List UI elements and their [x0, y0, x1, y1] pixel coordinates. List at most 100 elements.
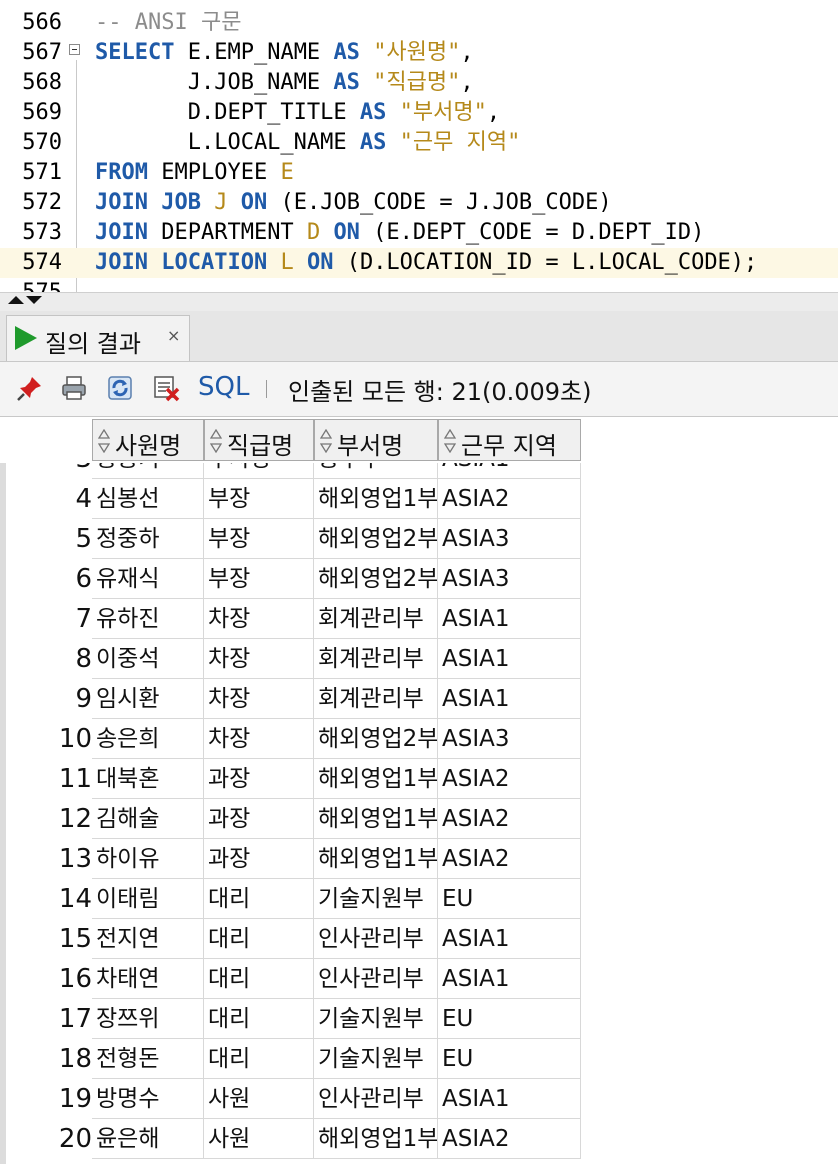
table-cell[interactable]: 해외영업2부	[314, 519, 438, 559]
table-cell[interactable]: 해외영업1부	[314, 799, 438, 839]
table-cell[interactable]: 차장	[204, 719, 314, 759]
table-cell[interactable]: 부장	[204, 479, 314, 519]
table-cell[interactable]: 기술지원부	[314, 1039, 438, 1079]
table-cell[interactable]: EU	[438, 999, 581, 1039]
table-cell[interactable]: 과장	[204, 759, 314, 799]
code-line[interactable]: 573 JOIN DEPARTMENT D ON (E.DEPT_CODE = D…	[0, 218, 838, 248]
code-line[interactable]: 570 L.LOCAL_NAME AS "근무 지역"	[0, 128, 838, 158]
table-cell[interactable]: ASIA1	[438, 639, 581, 679]
table-cell[interactable]: ASIA1	[438, 1079, 581, 1119]
refresh-icon[interactable]	[106, 374, 134, 402]
table-cell[interactable]: ASIA1	[438, 599, 581, 639]
table-row[interactable]: 10 송은희 차장 해외영업2부 ASIA3	[6, 719, 581, 759]
table-cell[interactable]: 정중하	[92, 519, 204, 559]
table-row[interactable]: 9 임시환 차장 회계관리부 ASIA1	[6, 679, 581, 719]
table-cell[interactable]: 이중석	[92, 639, 204, 679]
table-cell[interactable]: 이태림	[92, 879, 204, 919]
table-cell[interactable]: ASIA3	[438, 719, 581, 759]
table-cell[interactable]: 해외영업1부	[314, 759, 438, 799]
table-cell[interactable]: 부장	[204, 559, 314, 599]
table-cell[interactable]: ASIA3	[438, 519, 581, 559]
table-cell[interactable]: EU	[438, 879, 581, 919]
table-row[interactable]: 15 전지연 대리 인사관리부 ASIA1	[6, 919, 581, 959]
print-icon[interactable]	[60, 374, 88, 402]
table-cell[interactable]: 심봉선	[92, 479, 204, 519]
sort-icon[interactable]	[320, 429, 332, 453]
table-row[interactable]: 6 유재식 부장 해외영업2부 ASIA3	[6, 559, 581, 599]
collapse-down-icon[interactable]	[26, 296, 42, 304]
table-row[interactable]: 11 대북혼 과장 해외영업1부 ASIA2	[6, 759, 581, 799]
code-line[interactable]: 572 JOIN JOB J ON (E.JOB_CODE = J.JOB_COD…	[0, 188, 838, 218]
table-cell[interactable]: 부장	[204, 519, 314, 559]
table-cell[interactable]: 차태연	[92, 959, 204, 999]
export-icon[interactable]	[152, 374, 180, 402]
table-cell[interactable]: 대리	[204, 1039, 314, 1079]
code-line[interactable]: 565	[0, 0, 838, 8]
result-grid[interactable]: 사원명직급명부서명근무 지역 3송종기부사장총무부ASIA14심봉선부장해외영업…	[0, 417, 838, 1164]
column-header[interactable]: 부서명	[314, 419, 438, 461]
table-cell[interactable]: 회계관리부	[314, 639, 438, 679]
table-cell[interactable]: ASIA2	[438, 759, 581, 799]
table-cell[interactable]: 사원	[204, 1119, 314, 1159]
table-row[interactable]: 17 장쯔위 대리 기술지원부 EU	[6, 999, 581, 1039]
table-row[interactable]: 7 유하진 차장 회계관리부 ASIA1	[6, 599, 581, 639]
table-row[interactable]: 8 이중석 차장 회계관리부 ASIA1	[6, 639, 581, 679]
table-cell[interactable]: 대리	[204, 999, 314, 1039]
table-cell[interactable]: ASIA2	[438, 799, 581, 839]
table-cell[interactable]: 차장	[204, 679, 314, 719]
table-cell[interactable]: 기술지원부	[314, 879, 438, 919]
table-row[interactable]: 4 심봉선 부장 해외영업1부 ASIA2	[6, 479, 581, 519]
table-cell[interactable]: ASIA2	[438, 479, 581, 519]
table-cell[interactable]: 대리	[204, 959, 314, 999]
table-cell[interactable]: 해외영업1부	[314, 479, 438, 519]
table-cell[interactable]: 윤은해	[92, 1119, 204, 1159]
table-cell[interactable]: 대리	[204, 879, 314, 919]
code-line[interactable]: 575	[0, 278, 838, 292]
pin-icon[interactable]	[16, 374, 44, 402]
table-cell[interactable]: 방명수	[92, 1079, 204, 1119]
table-cell[interactable]: 회계관리부	[314, 679, 438, 719]
table-row[interactable]: 5 정중하 부장 해외영업2부 ASIA3	[6, 519, 581, 559]
table-row[interactable]: 14 이태림 대리 기술지원부 EU	[6, 879, 581, 919]
table-cell[interactable]: 하이유	[92, 839, 204, 879]
table-cell[interactable]: 과장	[204, 799, 314, 839]
table-row[interactable]: 13 하이유 과장 해외영업1부 ASIA2	[6, 839, 581, 879]
table-cell[interactable]: 송은희	[92, 719, 204, 759]
table-cell[interactable]: 임시환	[92, 679, 204, 719]
column-header[interactable]: 사원명	[92, 419, 204, 461]
table-cell[interactable]: ASIA1	[438, 919, 581, 959]
tab-query-result[interactable]: 질의 결과 ×	[6, 315, 190, 361]
column-header[interactable]: 근무 지역	[438, 419, 581, 461]
table-cell[interactable]: 대리	[204, 919, 314, 959]
sort-icon[interactable]	[98, 429, 110, 453]
table-cell[interactable]: ASIA1	[438, 679, 581, 719]
table-cell[interactable]: 회계관리부	[314, 599, 438, 639]
table-cell[interactable]: 해외영업1부	[314, 1119, 438, 1159]
table-cell[interactable]: 기술지원부	[314, 999, 438, 1039]
tab-close-icon[interactable]: ×	[167, 326, 180, 345]
table-cell[interactable]: 장쯔위	[92, 999, 204, 1039]
table-cell[interactable]: 차장	[204, 639, 314, 679]
table-cell[interactable]: ASIA2	[438, 839, 581, 879]
table-cell[interactable]: 대북혼	[92, 759, 204, 799]
table-cell[interactable]: 유재식	[92, 559, 204, 599]
table-cell[interactable]: 해외영업2부	[314, 719, 438, 759]
code-line[interactable]: 568 J.JOB_NAME AS "직급명",	[0, 68, 838, 98]
code-line[interactable]: 574 JOIN LOCATION L ON (D.LOCATION_ID = L…	[0, 248, 838, 278]
table-cell[interactable]: 과장	[204, 839, 314, 879]
table-cell[interactable]: 차장	[204, 599, 314, 639]
sort-icon[interactable]	[210, 429, 222, 453]
collapse-up-icon[interactable]	[8, 296, 24, 304]
table-row[interactable]: 20 윤은해 사원 해외영업1부 ASIA2	[6, 1119, 581, 1159]
table-cell[interactable]: 해외영업2부	[314, 559, 438, 599]
code-line[interactable]: 571 FROM EMPLOYEE E	[0, 158, 838, 188]
table-cell[interactable]: ASIA1	[438, 959, 581, 999]
table-cell[interactable]: 사원	[204, 1079, 314, 1119]
table-cell[interactable]: 인사관리부	[314, 959, 438, 999]
code-line[interactable]: 566 -- ANSI 구문	[0, 8, 838, 38]
table-cell[interactable]: ASIA2	[438, 1119, 581, 1159]
table-cell[interactable]: 해외영업1부	[314, 839, 438, 879]
code-line[interactable]: 569 D.DEPT_TITLE AS "부서명",	[0, 98, 838, 128]
table-cell[interactable]: 유하진	[92, 599, 204, 639]
table-cell[interactable]: 인사관리부	[314, 1079, 438, 1119]
